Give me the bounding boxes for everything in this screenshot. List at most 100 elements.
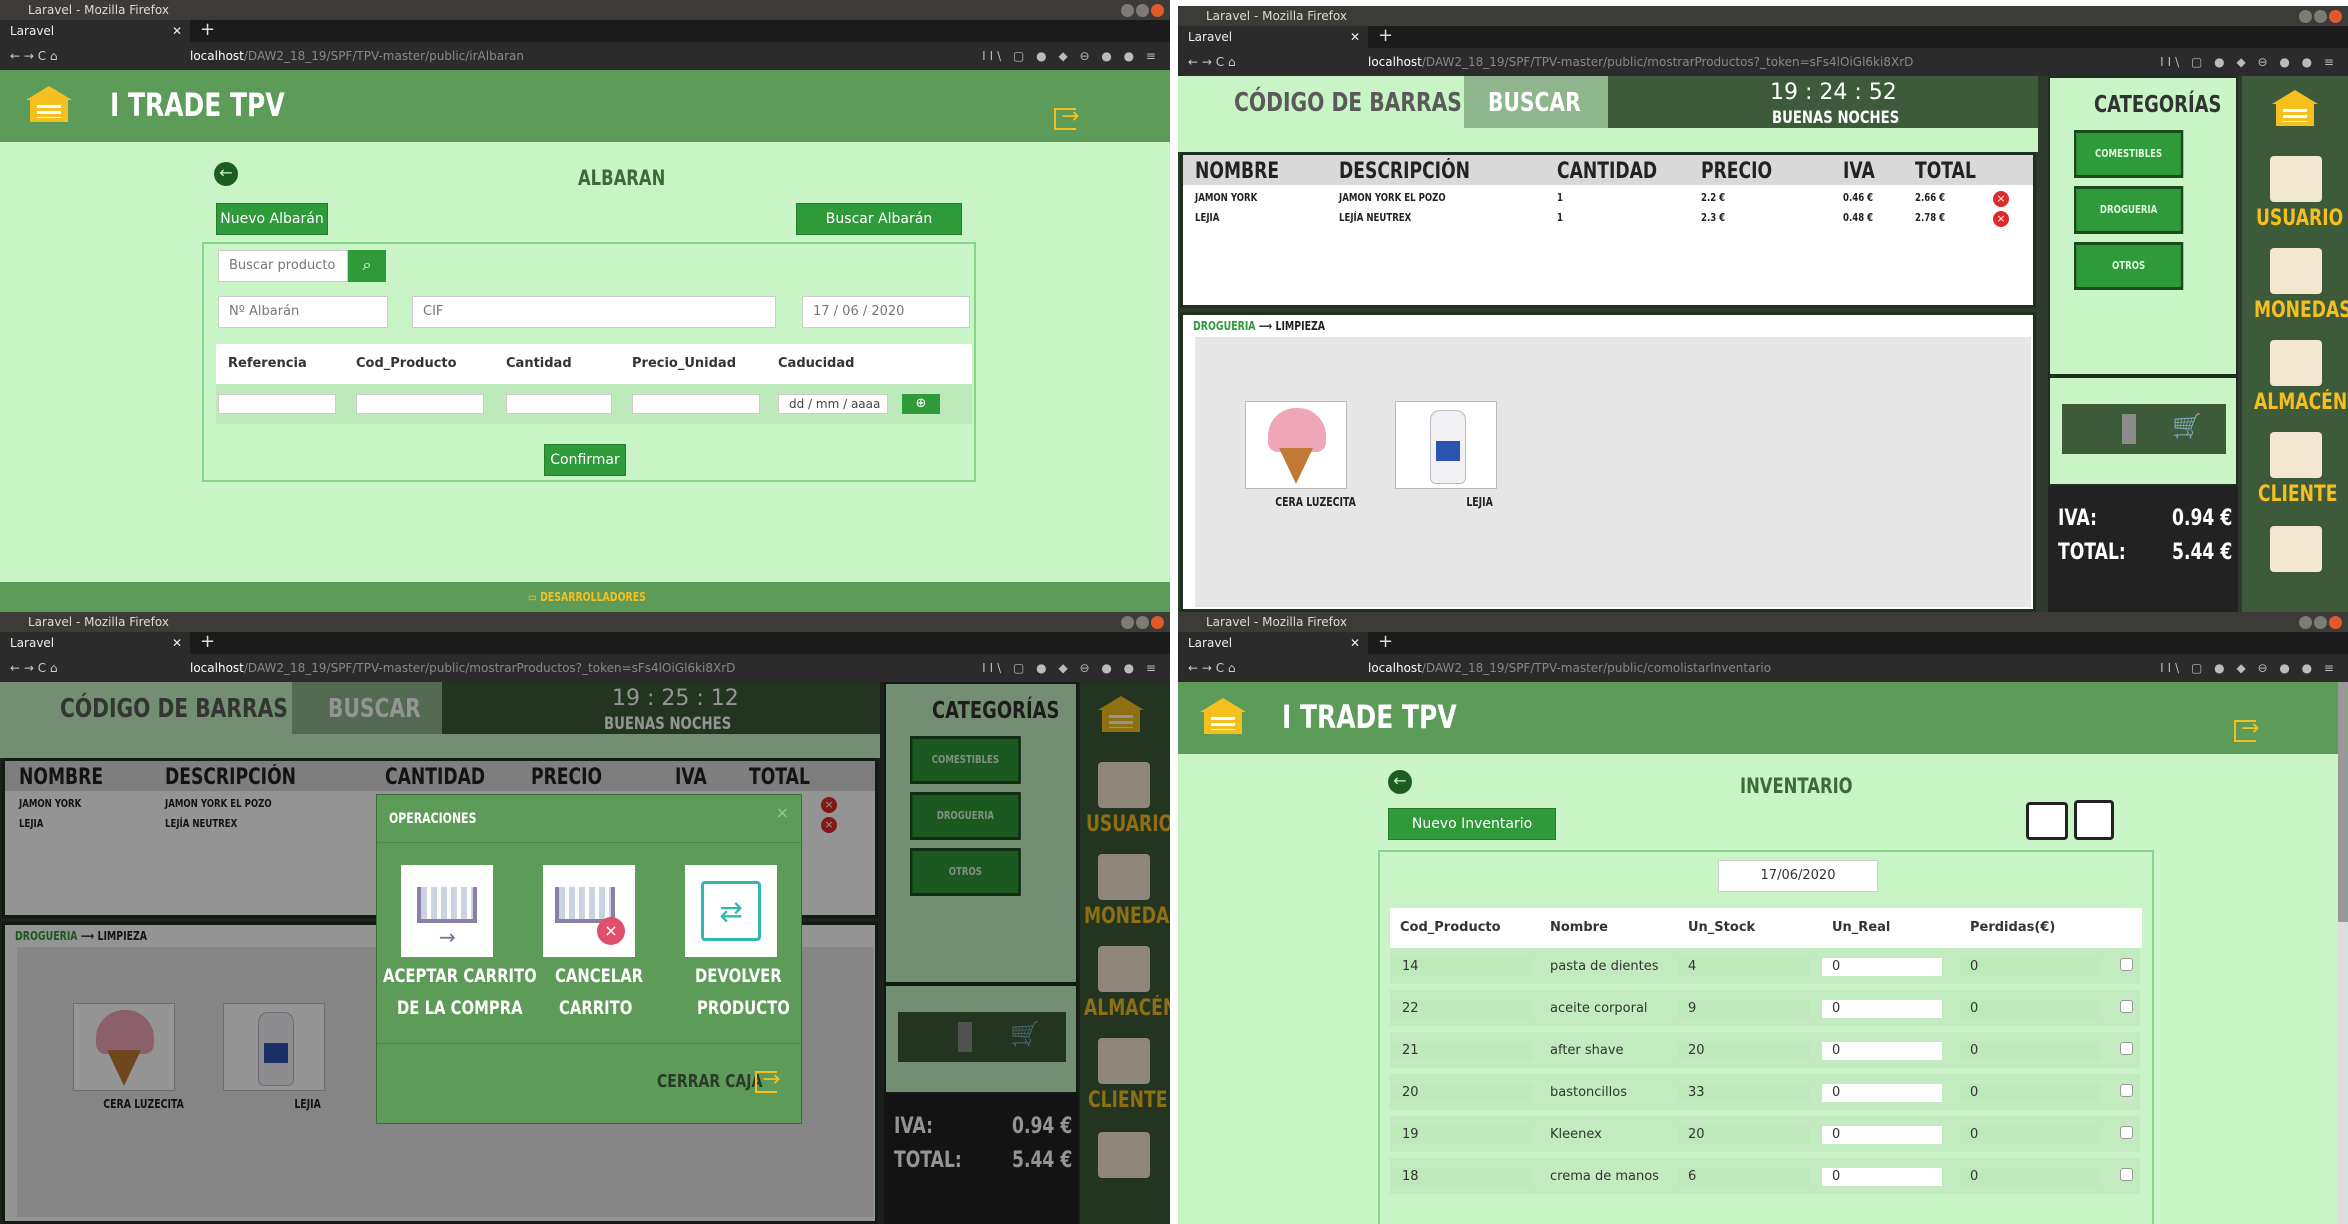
- col-precio-unidad: Precio_Unidad: [632, 356, 736, 371]
- scrollbar[interactable]: [2338, 682, 2348, 1224]
- logout-icon[interactable]: [1054, 104, 1079, 130]
- caducidad-input[interactable]: dd / mm / aaaa: [778, 394, 888, 414]
- delete-row-icon[interactable]: ×: [1993, 211, 2009, 227]
- table-row: 18 crema de manos 6 0 0: [1390, 1158, 2140, 1194]
- nav-buttons[interactable]: ← → C ⌂: [1188, 48, 1236, 76]
- close-tab-icon[interactable]: ✕: [172, 632, 182, 654]
- un-real-input[interactable]: 0: [1822, 1126, 1942, 1144]
- close-tab-icon[interactable]: ✕: [1350, 26, 1360, 48]
- browser-tab[interactable]: Laravel ✕: [1178, 26, 1368, 48]
- warehouse-logo-icon[interactable]: [1200, 698, 1246, 736]
- logout-icon[interactable]: [2234, 716, 2259, 742]
- un-real-input[interactable]: 0: [1822, 958, 1942, 976]
- close-tab-icon[interactable]: ✕: [1350, 632, 1360, 654]
- accept-cart-icon[interactable]: →: [401, 865, 493, 957]
- inventario-date[interactable]: 17/06/2020: [1718, 860, 1878, 892]
- albaran-number-input[interactable]: Nº Albarán: [218, 296, 388, 328]
- table-row: 19 Kleenex 20 0 0: [1390, 1116, 2140, 1152]
- un-real-input[interactable]: 0: [1822, 1084, 1942, 1102]
- row-checkbox[interactable]: [2120, 1042, 2133, 1055]
- col-iva: IVA: [1843, 159, 1875, 184]
- navigation-bar: ← → C ⌂ localhost/DAW2_18_19/SPF/TPV-mas…: [0, 42, 1170, 70]
- new-tab-button[interactable]: +: [200, 632, 215, 652]
- precio-unidad-input[interactable]: [632, 394, 760, 414]
- cart-controls: 🛒: [2062, 404, 2226, 454]
- url-host: localhost: [1368, 661, 1422, 675]
- nav-buttons[interactable]: ← → C ⌂: [10, 42, 58, 70]
- developers-link[interactable]: ▭ DESARROLLADORES: [528, 590, 646, 604]
- nav-buttons[interactable]: ← → C ⌂: [1188, 654, 1236, 682]
- search-product-input[interactable]: Buscar producto: [218, 250, 348, 282]
- referencia-input[interactable]: [218, 394, 336, 414]
- toolbar-icons[interactable]: II\ ▢ ● ◆ ⊖ ● ● ≡: [982, 42, 1160, 70]
- client-icon[interactable]: [2270, 432, 2322, 478]
- product-card[interactable]: [1245, 401, 1347, 489]
- warehouse-icon[interactable]: [2270, 340, 2322, 386]
- category-otros[interactable]: OTROS: [2074, 242, 2184, 290]
- cash-register-icon[interactable]: [2270, 526, 2322, 572]
- sidebar-label-usuario[interactable]: USUARIO: [2256, 206, 2343, 231]
- product-card[interactable]: [1395, 401, 1497, 489]
- un-real-input[interactable]: 0: [1822, 1000, 1942, 1018]
- new-tab-button[interactable]: +: [200, 20, 215, 40]
- cart-icon[interactable]: 🛒: [2172, 412, 2202, 440]
- print-icon[interactable]: [2026, 802, 2068, 840]
- url-bar[interactable]: localhost/DAW2_18_19/SPF/TPV-master/publ…: [1368, 658, 1771, 678]
- cantidad-input[interactable]: [506, 394, 612, 414]
- delete-row-icon[interactable]: ×: [1993, 191, 2009, 207]
- url-bar[interactable]: localhost/DAW2_18_19/SPF/TPV-master/publ…: [190, 46, 524, 66]
- quantity-stepper[interactable]: [2122, 414, 2136, 444]
- cif-input[interactable]: CIF: [412, 296, 776, 328]
- row-checkbox[interactable]: [2120, 1000, 2133, 1013]
- category-comestibles[interactable]: COMESTIBLES: [2074, 130, 2184, 178]
- sidebar-label-cliente[interactable]: CLIENTE: [2258, 482, 2337, 507]
- save-icon[interactable]: [2074, 800, 2114, 840]
- toolbar-icons[interactable]: II\ ▢ ● ◆ ⊖ ● ● ≡: [982, 654, 1160, 682]
- url-bar[interactable]: localhost/DAW2_18_19/SPF/TPV-master/publ…: [190, 658, 735, 678]
- sidebar-label-almacen[interactable]: ALMACÉN: [2254, 390, 2347, 415]
- new-inventario-button[interactable]: Nuevo Inventario: [1388, 808, 1556, 840]
- row-checkbox[interactable]: [2120, 1084, 2133, 1097]
- search-icon[interactable]: ⌕: [348, 250, 386, 282]
- search-albaran-button[interactable]: Buscar Albarán: [796, 203, 962, 235]
- logout-icon[interactable]: [755, 1067, 780, 1093]
- warehouse-logo-icon[interactable]: [2272, 90, 2318, 128]
- navigation-bar: ← → C ⌂ localhost/DAW2_18_19/SPF/TPV-mas…: [1178, 654, 2348, 682]
- add-row-icon[interactable]: ⊕: [902, 394, 940, 414]
- back-arrow-icon[interactable]: ←: [214, 162, 238, 186]
- un-real-input[interactable]: 0: [1822, 1042, 1942, 1060]
- url-bar[interactable]: localhost/DAW2_18_19/SPF/TPV-master/publ…: [1368, 52, 1913, 72]
- un-real-input[interactable]: 0: [1822, 1168, 1942, 1186]
- tab-barcode[interactable]: CÓDIGO DE BARRAS: [1178, 76, 1464, 128]
- toolbar-icons[interactable]: II\ ▢ ● ◆ ⊖ ● ● ≡: [2160, 48, 2338, 76]
- browser-tab[interactable]: Laravel ✕: [0, 20, 190, 42]
- cancel-cart-icon[interactable]: ×: [543, 865, 635, 957]
- app-header: I TRADE TPV: [1178, 682, 2348, 754]
- row-checkbox[interactable]: [2120, 958, 2133, 971]
- back-arrow-icon[interactable]: ←: [1388, 770, 1412, 794]
- confirm-button[interactable]: Confirmar: [544, 444, 626, 476]
- row-checkbox[interactable]: [2120, 1126, 2133, 1139]
- cod-producto-input[interactable]: [356, 394, 484, 414]
- coins-icon[interactable]: [2270, 248, 2322, 294]
- row-checkbox[interactable]: [2120, 1168, 2133, 1181]
- modal-close-icon[interactable]: ×: [776, 803, 789, 822]
- category-drogueria[interactable]: DROGUERIA: [2074, 186, 2184, 234]
- return-product-icon[interactable]: ⇄: [685, 865, 777, 957]
- browser-tab[interactable]: Laravel ✕: [1178, 632, 1368, 654]
- sidebar-label-monedas[interactable]: MONEDAS: [2254, 298, 2348, 323]
- user-icon[interactable]: [2270, 156, 2322, 202]
- window-tpv: Laravel - Mozilla Firefox Laravel ✕ + ← →…: [1178, 6, 2348, 612]
- close-tab-icon[interactable]: ✕: [172, 20, 182, 42]
- tab-search[interactable]: BUSCAR: [1464, 76, 1608, 128]
- browser-tab[interactable]: Laravel ✕: [0, 632, 190, 654]
- date-input[interactable]: 17 / 06 / 2020: [802, 296, 970, 328]
- nav-buttons[interactable]: ← → C ⌂: [10, 654, 58, 682]
- new-tab-button[interactable]: +: [1378, 632, 1393, 652]
- toolbar-icons[interactable]: II\ ▢ ● ◆ ⊖ ● ● ≡: [2160, 654, 2338, 682]
- new-tab-button[interactable]: +: [1378, 26, 1393, 46]
- page-title: INVENTARIO: [1740, 774, 1853, 798]
- modal-divider: [377, 1043, 803, 1044]
- new-albaran-button[interactable]: Nuevo Albarán: [216, 203, 328, 235]
- warehouse-logo-icon[interactable]: [26, 86, 72, 124]
